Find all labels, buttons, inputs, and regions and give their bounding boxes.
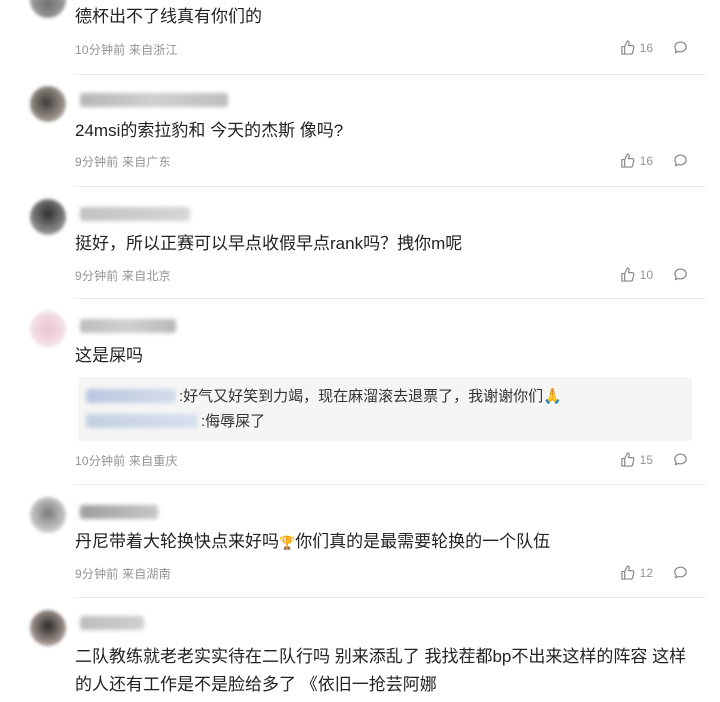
- trophy-emoji-icon: 🏆: [279, 535, 296, 550]
- divider: [74, 597, 706, 598]
- reply-button[interactable]: [673, 267, 688, 282]
- like-button[interactable]: 12: [620, 565, 653, 580]
- reply-button[interactable]: [673, 40, 688, 55]
- comment-text: 丹尼带着大轮换快点来好吗🏆你们真的是最需要轮换的一个队伍: [75, 528, 550, 557]
- comment-bubble-icon: [673, 153, 688, 168]
- avatar[interactable]: [30, 86, 66, 122]
- reply-username[interactable]: [86, 413, 198, 428]
- comment-location: 来自重庆: [128, 454, 178, 468]
- reply-button[interactable]: [673, 452, 688, 467]
- username[interactable]: [80, 319, 176, 333]
- like-button[interactable]: 15: [620, 452, 653, 467]
- comment-time: 10分钟前: [75, 454, 126, 468]
- comment-text-part: 你们真的是最需要轮换的一个队伍: [295, 532, 551, 551]
- username[interactable]: [80, 616, 144, 630]
- thumbs-up-icon: [620, 153, 635, 168]
- comment-meta: 9分钟前 来自湖南: [75, 565, 171, 582]
- comment-time: 10分钟前: [75, 43, 126, 57]
- thumbs-up-icon: [620, 452, 635, 467]
- like-count: 10: [639, 267, 653, 282]
- comment-meta: 9分钟前 来自广东: [75, 153, 171, 170]
- like-button[interactable]: 16: [620, 153, 653, 168]
- comment-bubble-icon: [673, 40, 688, 55]
- comment-location: 来自北京: [122, 269, 171, 283]
- comment-actions: 16: [620, 153, 688, 168]
- comment-bubble-icon: [673, 267, 688, 282]
- reply-quote[interactable]: :好气又好笑到力竭，现在麻溜滚去退票了，我谢谢你们🙏 :侮辱屎了: [78, 377, 692, 441]
- reply-button[interactable]: [673, 153, 688, 168]
- thumbs-up-icon: [620, 40, 635, 55]
- avatar[interactable]: [30, 199, 66, 235]
- comment-actions: 16: [620, 40, 688, 55]
- comment-bubble-icon: [673, 452, 688, 467]
- comment-actions: 10: [620, 267, 688, 282]
- like-count: 12: [639, 565, 653, 580]
- reply-username[interactable]: [86, 388, 176, 403]
- username[interactable]: [80, 93, 228, 107]
- reply-text: :好气又好笑到力竭，现在麻溜滚去退票了，我谢谢你们🙏: [179, 388, 562, 405]
- like-count: 15: [639, 452, 653, 467]
- divider: [74, 186, 706, 187]
- comment-time: 9分钟前: [75, 269, 119, 283]
- comment-text: 挺好，所以正赛可以早点收假早点rank吗？拽你m呢: [75, 234, 463, 253]
- comment-location: 来自浙江: [128, 43, 178, 57]
- comment-text-part: 丹尼带着大轮换快点来好吗: [75, 532, 279, 551]
- avatar[interactable]: [30, 610, 66, 646]
- divider: [74, 484, 706, 485]
- comment-time: 9分钟前: [75, 567, 119, 581]
- avatar[interactable]: [30, 497, 66, 533]
- like-button[interactable]: 16: [620, 40, 653, 55]
- username[interactable]: [80, 207, 190, 221]
- thumbs-up-icon: [620, 565, 635, 580]
- avatar[interactable]: [30, 0, 66, 18]
- username[interactable]: [80, 505, 158, 519]
- divider: [74, 74, 706, 75]
- comment-location: 来自湖南: [122, 567, 171, 581]
- comment-location: 来自广东: [122, 155, 171, 169]
- comment-meta: 10分钟前 来自浙江: [75, 41, 178, 58]
- comment-actions: 15: [620, 452, 688, 467]
- quoted-reply: :侮辱屎了: [86, 410, 265, 431]
- comment-actions: 12: [620, 565, 688, 580]
- thumbs-up-icon: [620, 267, 635, 282]
- like-count: 16: [639, 40, 653, 55]
- comment-meta: 10分钟前 来自重庆: [75, 452, 178, 469]
- divider: [74, 298, 706, 299]
- reply-text: :侮辱屎了: [201, 413, 266, 430]
- comment-bubble-icon: [673, 565, 688, 580]
- comment-text: 德杯出不了线真有你们的: [75, 7, 262, 26]
- comment-text: 这是屎吗: [75, 346, 143, 365]
- reply-button[interactable]: [673, 565, 688, 580]
- comment-text: 二队教练就老老实实待在二队行吗 别来添乱了 我找茬都bp不出来这样的阵容 这样的…: [75, 647, 687, 694]
- comment-text: 24msi的索拉豹和 今天的杰斯 像吗?: [75, 121, 344, 140]
- quoted-reply: :好气又好笑到力竭，现在麻溜滚去退票了，我谢谢你们🙏: [86, 385, 562, 406]
- comment-time: 9分钟前: [75, 155, 119, 169]
- like-button[interactable]: 10: [620, 267, 653, 282]
- comment-meta: 9分钟前 来自北京: [75, 267, 171, 284]
- avatar[interactable]: [30, 311, 66, 347]
- like-count: 16: [639, 153, 653, 168]
